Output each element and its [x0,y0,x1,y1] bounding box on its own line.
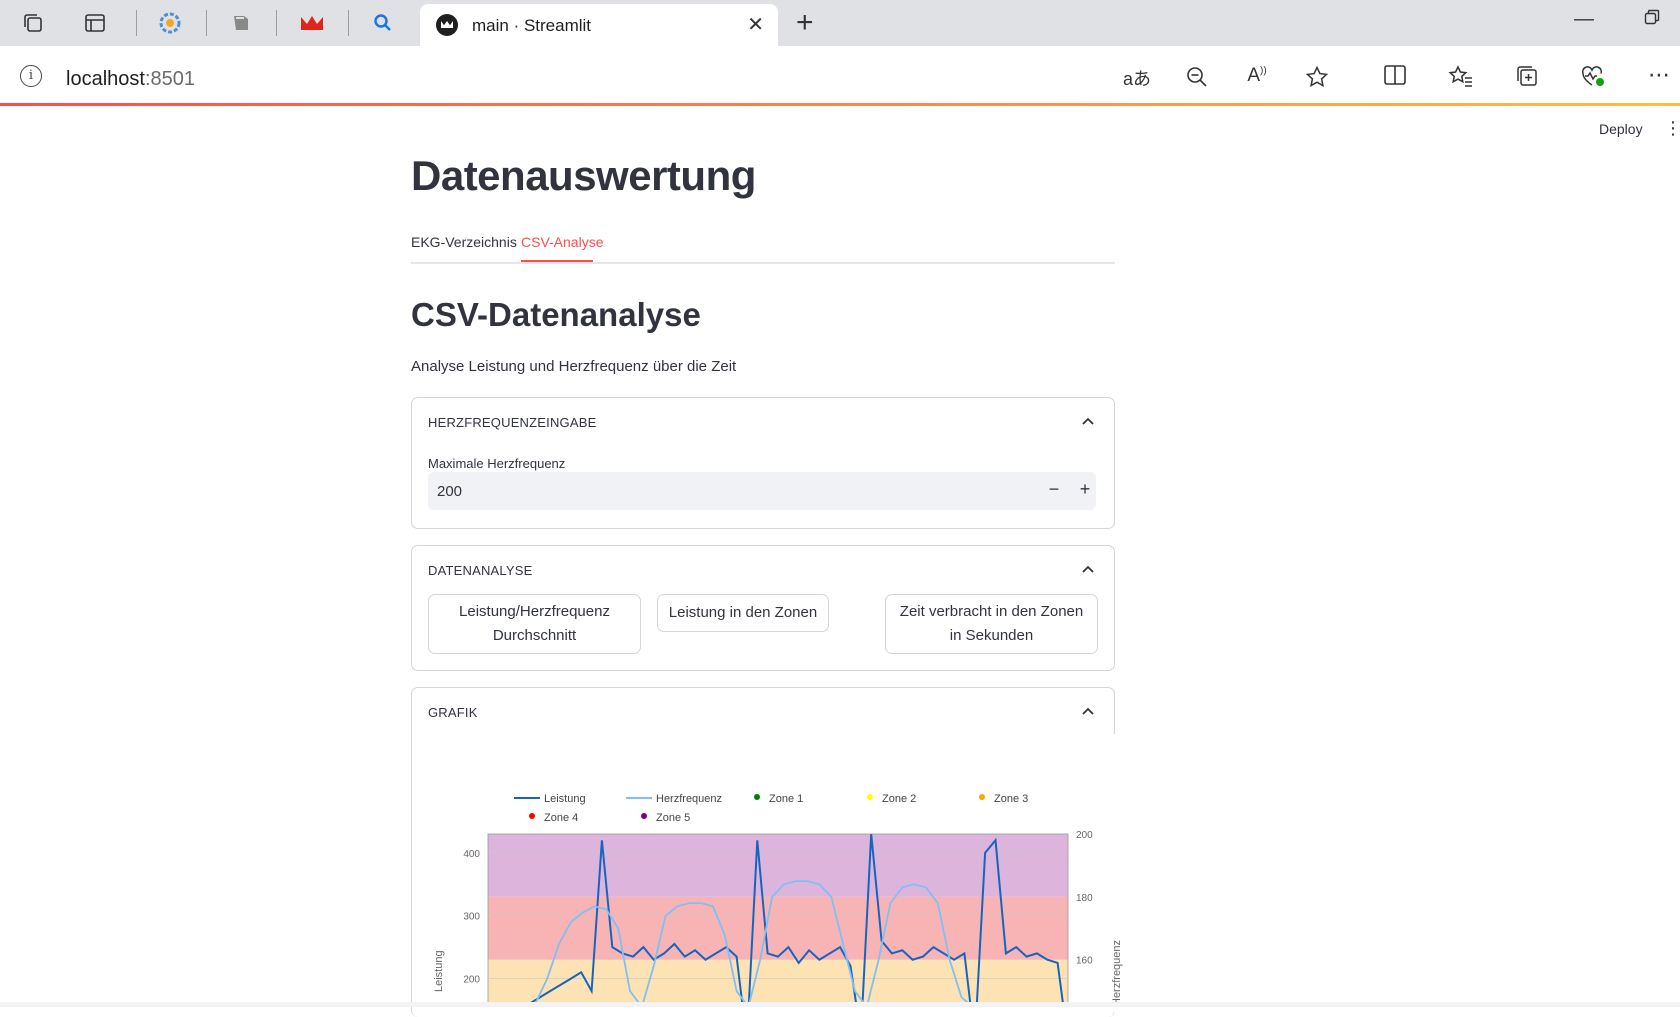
max-hr-label: Maximale Herzfrequenz [428,456,566,471]
new-tab-icon[interactable]: + [796,6,814,40]
workspaces-icon[interactable] [18,8,48,38]
expander-header[interactable]: DATENANALYSE [428,563,533,578]
tab-separator [136,10,137,36]
y2-tick-label: 160 [1076,956,1093,967]
legend-label: Zone 5 [656,812,690,824]
site-info-icon[interactable]: i [20,65,42,87]
legend-marker [529,813,535,819]
close-tab-icon[interactable]: ✕ [747,12,764,37]
deploy-button[interactable]: Deploy [1599,121,1643,137]
max-hr-number-input[interactable]: 200 − + [428,472,1096,510]
main-menu-icon[interactable]: ⋮ [1664,118,1680,139]
chevron-up-icon[interactable] [1082,412,1094,428]
window-bottom-edge [0,1002,1680,1007]
legend-label: Leistung [544,793,586,805]
url-text: localhost:8501 [66,68,195,90]
restore-icon[interactable] [1644,8,1660,31]
legend-label: Zone 2 [882,793,916,805]
y-tick-label: 200 [463,975,480,986]
increment-button[interactable]: + [1071,479,1099,503]
legend-label: Zone 3 [994,793,1028,805]
tab-separator [276,10,277,36]
more-menu-icon[interactable]: ⋯ [1644,62,1674,88]
zone-band [488,959,1068,1006]
crown-icon[interactable] [297,8,327,38]
search-icon[interactable] [368,8,398,38]
section-title: CSV-Datenanalyse [411,296,701,333]
legend-label: Zone 4 [544,812,578,824]
legend-label: Herzfrequenz [656,793,722,805]
power-hr-chart: Leistung Herzfrequenz Zone 1 Zone 2 Zone 3 Zo… [433,793,1123,1006]
split-screen-icon[interactable] [1380,64,1410,92]
collections-icon[interactable] [1512,64,1542,94]
url-field[interactable]: i localhost:8501 aあ A)) [6,51,1352,95]
chevron-up-icon[interactable] [1082,560,1094,576]
app-icon-2[interactable] [226,8,256,38]
zoom-out-icon[interactable] [1182,65,1212,95]
active-tab-indicator [521,260,593,262]
expander-header[interactable]: HERZFREQUENZEINGABE [428,415,596,430]
power-in-zones-button[interactable]: Leistung in den Zonen [657,594,829,632]
legend-label: Zone 1 [769,793,803,805]
tab-list: EKG-Verzeichnis CSV-Analyse [411,234,1115,264]
section-subtitle: Analyse Leistung und Herzfrequenz über d… [411,358,737,375]
browser-tab-bar: main · Streamlit ✕ + — [0,0,1680,46]
zone-band [488,834,1068,897]
tab-csv-analyse[interactable]: CSV-Analyse [521,234,603,250]
expander-datenanalyse: DATENANALYSE Leistung/Herzfrequenz Durch… [411,545,1115,671]
read-aloud-icon[interactable]: A)) [1242,65,1272,87]
decrement-button[interactable]: − [1040,479,1068,503]
max-hr-value[interactable]: 200 [437,483,462,500]
tab-actions-icon[interactable] [80,8,110,38]
y2-axis-label: Herzfrequenz [1111,940,1123,1006]
browser-essentials-icon[interactable] [1578,64,1608,94]
favorites-icon[interactable] [1446,64,1476,94]
page-title: Datenauswertung [411,152,756,199]
translate-icon[interactable]: aあ [1122,65,1152,91]
expander-header[interactable]: GRAFIK [428,705,478,720]
y2-tick-label: 200 [1076,830,1093,841]
tab-separator [206,10,207,36]
tab-title: main · Streamlit [472,16,592,35]
y-tick-label: 400 [463,849,480,860]
streamlit-favicon-icon [436,14,458,36]
legend-marker [641,813,647,819]
active-browser-tab[interactable]: main · Streamlit ✕ [420,4,778,46]
favorite-star-icon[interactable] [1302,65,1332,95]
y2-tick-label: 180 [1076,893,1093,904]
app-icon-1[interactable] [155,8,185,38]
legend-marker [867,794,873,800]
chevron-up-icon[interactable] [1082,702,1094,718]
y-tick-label: 300 [463,912,480,923]
time-in-zones-button[interactable]: Zeit verbracht in den Zonen in Sekunden [885,594,1098,654]
streamlit-top-decoration [0,103,1680,106]
minimize-icon[interactable]: — [1574,8,1594,31]
tab-ekg-verzeichnis[interactable]: EKG-Verzeichnis [411,234,517,250]
legend-marker [979,794,985,800]
tab-separator [348,10,349,36]
legend-marker [754,794,760,800]
expander-herzfrequenzeingabe: HERZFREQUENZEINGABE Maximale Herzfrequen… [411,397,1115,529]
y-axis-label: Leistung [433,950,445,992]
avg-power-hr-button[interactable]: Leistung/Herzfrequenz Durchschnitt [428,594,641,654]
address-bar: i localhost:8501 aあ A)) ⋯ [0,46,1680,104]
